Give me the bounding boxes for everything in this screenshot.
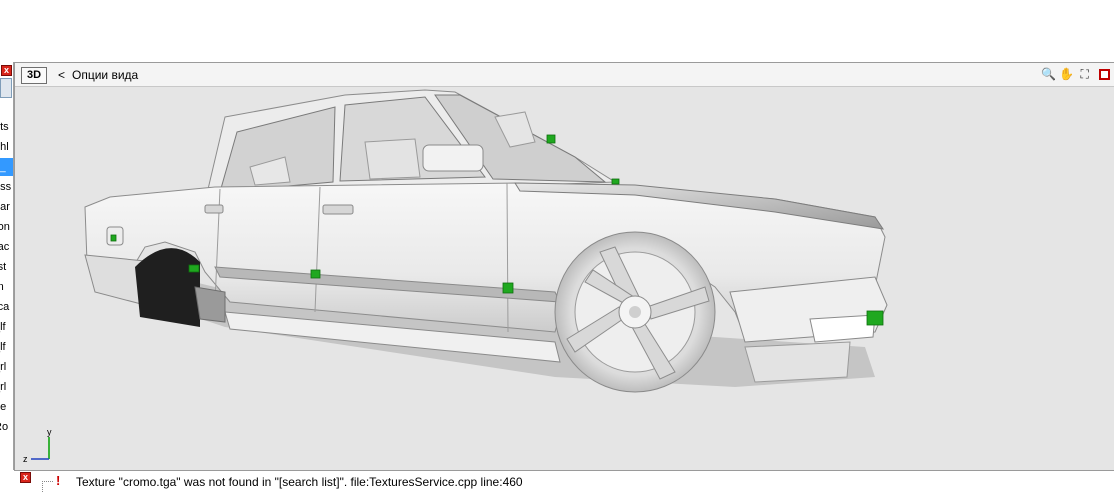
view-tool-icons: 🔍 ✋ ⛶ — [1040, 66, 1110, 84]
tree-item[interactable]: e — [0, 438, 13, 456]
tree-item[interactable]: ghl — [0, 138, 13, 156]
output-console: x ! Texture "cromo.tga" was not found in… — [14, 470, 1114, 492]
top-blank-area — [0, 0, 1114, 62]
error-icon: ! — [56, 473, 61, 488]
tree-item[interactable]: nar — [0, 198, 13, 216]
close-icon[interactable]: x — [20, 472, 31, 483]
close-icon[interactable]: x — [1, 65, 12, 76]
axis-y-label: y — [47, 427, 52, 437]
view-options-label[interactable]: Опции вида — [72, 68, 138, 82]
view-mode-button[interactable]: 3D — [21, 67, 47, 84]
tree-item[interactable]: _rl — [0, 358, 13, 376]
tree-item[interactable]: rac — [0, 238, 13, 256]
tree-item[interactable]: nts — [0, 118, 13, 136]
tree-item[interactable]: _lf — [0, 318, 13, 336]
tree-item[interactable]: rn — [0, 278, 13, 296]
console-message[interactable]: Texture "cromo.tga" was not found in "[s… — [76, 475, 523, 489]
tree-connector — [42, 481, 53, 492]
pan-hand-icon[interactable]: ✋ — [1059, 66, 1074, 82]
tree-item[interactable]: rca — [0, 298, 13, 316]
fit-view-icon[interactable]: ⛶ — [1078, 66, 1092, 82]
axis-z-label: z — [23, 454, 28, 464]
maximize-icon[interactable] — [1099, 69, 1110, 80]
tree-item[interactable]: _lf — [0, 338, 13, 356]
viewport-3d[interactable]: y z — [15, 87, 1114, 471]
tree-item[interactable]: ass — [0, 178, 13, 196]
view-toolbar: 3D < Опции вида 🔍 ✋ ⛶ — [15, 63, 1114, 87]
tree-item[interactable]: rst — [0, 258, 13, 276]
view-options-toggle[interactable]: < — [58, 68, 65, 82]
scene-tree-panel: x nts ghl s_ass nar ron rac rst rn rca _lf _lf _rl _… — [0, 62, 14, 470]
zoom-icon[interactable]: 🔍 — [1041, 66, 1056, 82]
tree-item[interactable]: ron — [0, 218, 13, 236]
tree-item[interactable]: s_ — [0, 158, 13, 176]
tree-item[interactable]: Ro — [0, 418, 13, 436]
tree-item[interactable]: ee — [0, 398, 13, 416]
axis-gizmo: y z — [17, 425, 57, 465]
tree-scroll-button[interactable] — [0, 78, 12, 98]
tree-item[interactable]: _rl — [0, 378, 13, 396]
car-model-render — [84, 89, 888, 393]
view-3d-panel: 3D < Опции вида 🔍 ✋ ⛶ y z — [14, 62, 1114, 471]
